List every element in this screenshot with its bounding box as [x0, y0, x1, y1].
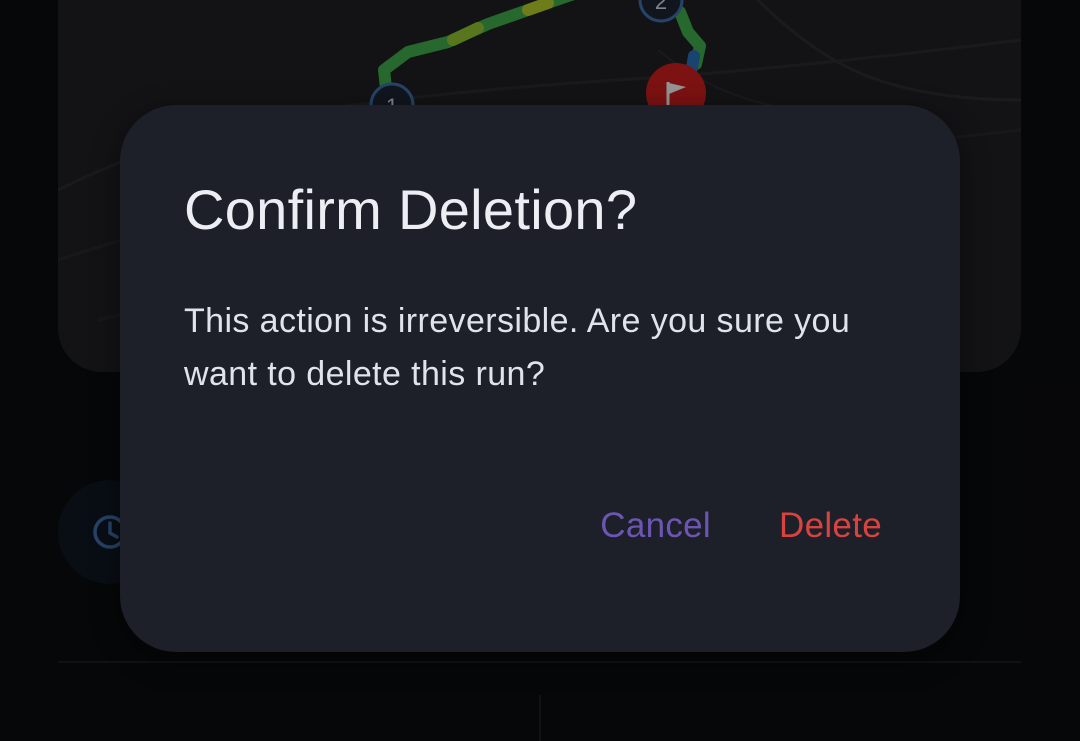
- cancel-button[interactable]: Cancel: [600, 501, 711, 551]
- delete-button[interactable]: Delete: [779, 501, 882, 551]
- dialog-actions: Cancel Delete: [600, 501, 882, 551]
- dialog-title: Confirm Deletion?: [184, 178, 638, 241]
- dialog-message: This action is irreversible. Are you sur…: [184, 302, 851, 393]
- app-screen: 2 1 Confirm Deletion? This action is: [0, 0, 1080, 741]
- confirm-delete-dialog: Confirm Deletion? This action is irrever…: [120, 105, 960, 652]
